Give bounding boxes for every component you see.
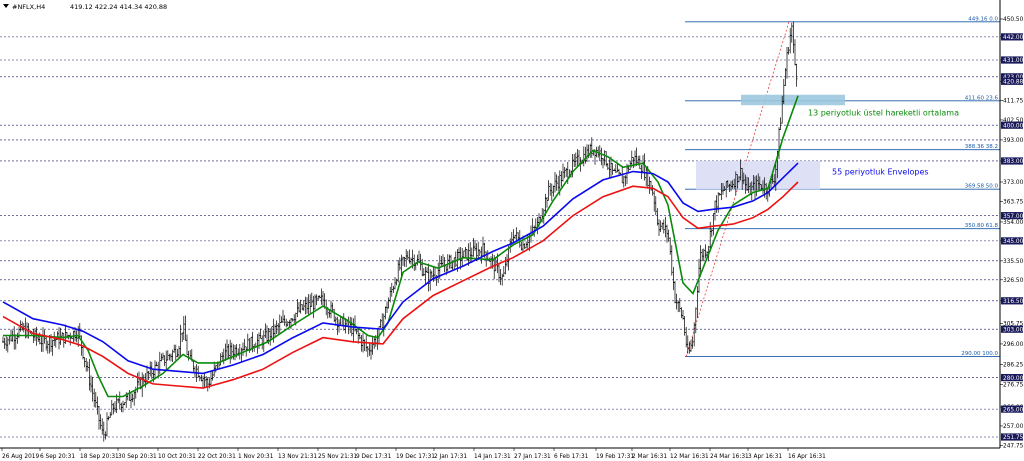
time-tick-label: 3 Apr 16:31 [748, 454, 782, 460]
level-price-label: 357.00 [1003, 214, 1024, 220]
fib-level-label: 290.00 100.0 [961, 351, 998, 357]
time-tick-label: 12 Mar 16:31 [670, 454, 709, 460]
time-tick-label: 10 Oct 20:31 [158, 454, 196, 460]
time-tick-label: 18 Sep 20:31 [80, 454, 119, 460]
price-tick-label: 326.50 [1003, 278, 1024, 284]
price-tick-label: 257.00 [1003, 424, 1024, 430]
price-tick-label: 247.75 [1003, 444, 1024, 450]
time-tick-label: 27 Jan 17:31 [514, 454, 551, 460]
level-price-label: 316.50 [1003, 299, 1024, 305]
time-tick-label: 6 Feb 17:31 [554, 454, 589, 460]
price-tick-label: 296.00 [1003, 342, 1024, 348]
ema-zone [741, 94, 845, 106]
level-price-label: 303.00 [1003, 327, 1024, 333]
price-chart: 449.16 0.0 411.60 23.6 388.36 38.2 369.58 5… [0, 0, 1024, 461]
price-tick-label: 411.75 [1003, 99, 1024, 105]
time-tick-label: 6 Sep 20:31 [40, 454, 75, 460]
envelopes-annotation: 55 periyotluk Envelopes [832, 168, 929, 177]
level-price-label: 431.00 [1003, 58, 1024, 64]
chart-header: #NFLX,H4 419.12 422.24 414.34 420.88 [3, 3, 167, 11]
time-tick-label: 1 Nov 20:31 [238, 454, 274, 460]
price-tick-label: 363.75 [1003, 200, 1024, 206]
time-tick-label: 24 Mar 16:31 [710, 454, 749, 460]
level-price-label: 345.00 [1003, 239, 1024, 245]
time-tick-label: 22 Oct 20:31 [198, 454, 236, 460]
level-price-label: 280.00 [1003, 376, 1024, 382]
time-tick-label: 2 Mar 16:31 [632, 454, 667, 460]
price-tick-label: 373.00 [1003, 180, 1024, 186]
price-tick-label: 393.00 [1003, 138, 1024, 144]
time-tick-label: 9 Dec 17:31 [356, 454, 392, 460]
time-tick-label: 13 Nov 21:31 [278, 454, 317, 460]
time-tick-label: 25 Nov 21:31 [318, 454, 357, 460]
level-price-label: 400.00 [1003, 123, 1024, 129]
price-tick-label: 450.50 [1003, 17, 1024, 23]
time-tick-label: 30 Sep 20:31 [118, 454, 157, 460]
time-tick-label: 2 Jan 17:31 [434, 454, 467, 460]
fib-level-label: 411.60 23.6 [965, 95, 999, 101]
level-price-label: 265.00 [1003, 407, 1024, 413]
level-price-label: 442.00 [1003, 35, 1024, 41]
chart-background [0, 0, 1024, 461]
symbol-label: #NFLX,H4 [12, 3, 45, 11]
time-tick-label: 26 Aug 2019 [2, 454, 39, 460]
ohlc-label: 419.12 422.24 414.34 420.88 [70, 3, 167, 11]
time-tick-label: 14 Jan 17:31 [474, 454, 511, 460]
price-tick-label: 276.75 [1003, 383, 1024, 389]
fib-level-label: 449.16 0.0 [968, 16, 998, 22]
fib-level-label: 369.58 50.0 [965, 184, 999, 190]
price-tick-label: 354.00 [1003, 220, 1024, 226]
level-price-label: 420.88 [1003, 79, 1024, 85]
ema-annotation: 13 periyotluk üstel hareketli ortalama [808, 109, 959, 118]
level-price-label: 383.00 [1003, 159, 1024, 165]
time-tick-label: 16 Apr 16:31 [788, 454, 826, 460]
level-price-label: 251.75 [1003, 435, 1024, 441]
fib-level-label: 350.80 61.8 [965, 223, 999, 229]
time-tick-label: 19 Dec 17:31 [396, 454, 435, 460]
time-tick-label: 19 Feb 17:31 [596, 454, 634, 460]
price-tick-label: 286.25 [1003, 363, 1024, 369]
fib-level-label: 388.36 38.2 [965, 144, 998, 150]
price-tick-label: 335.50 [1003, 259, 1024, 265]
